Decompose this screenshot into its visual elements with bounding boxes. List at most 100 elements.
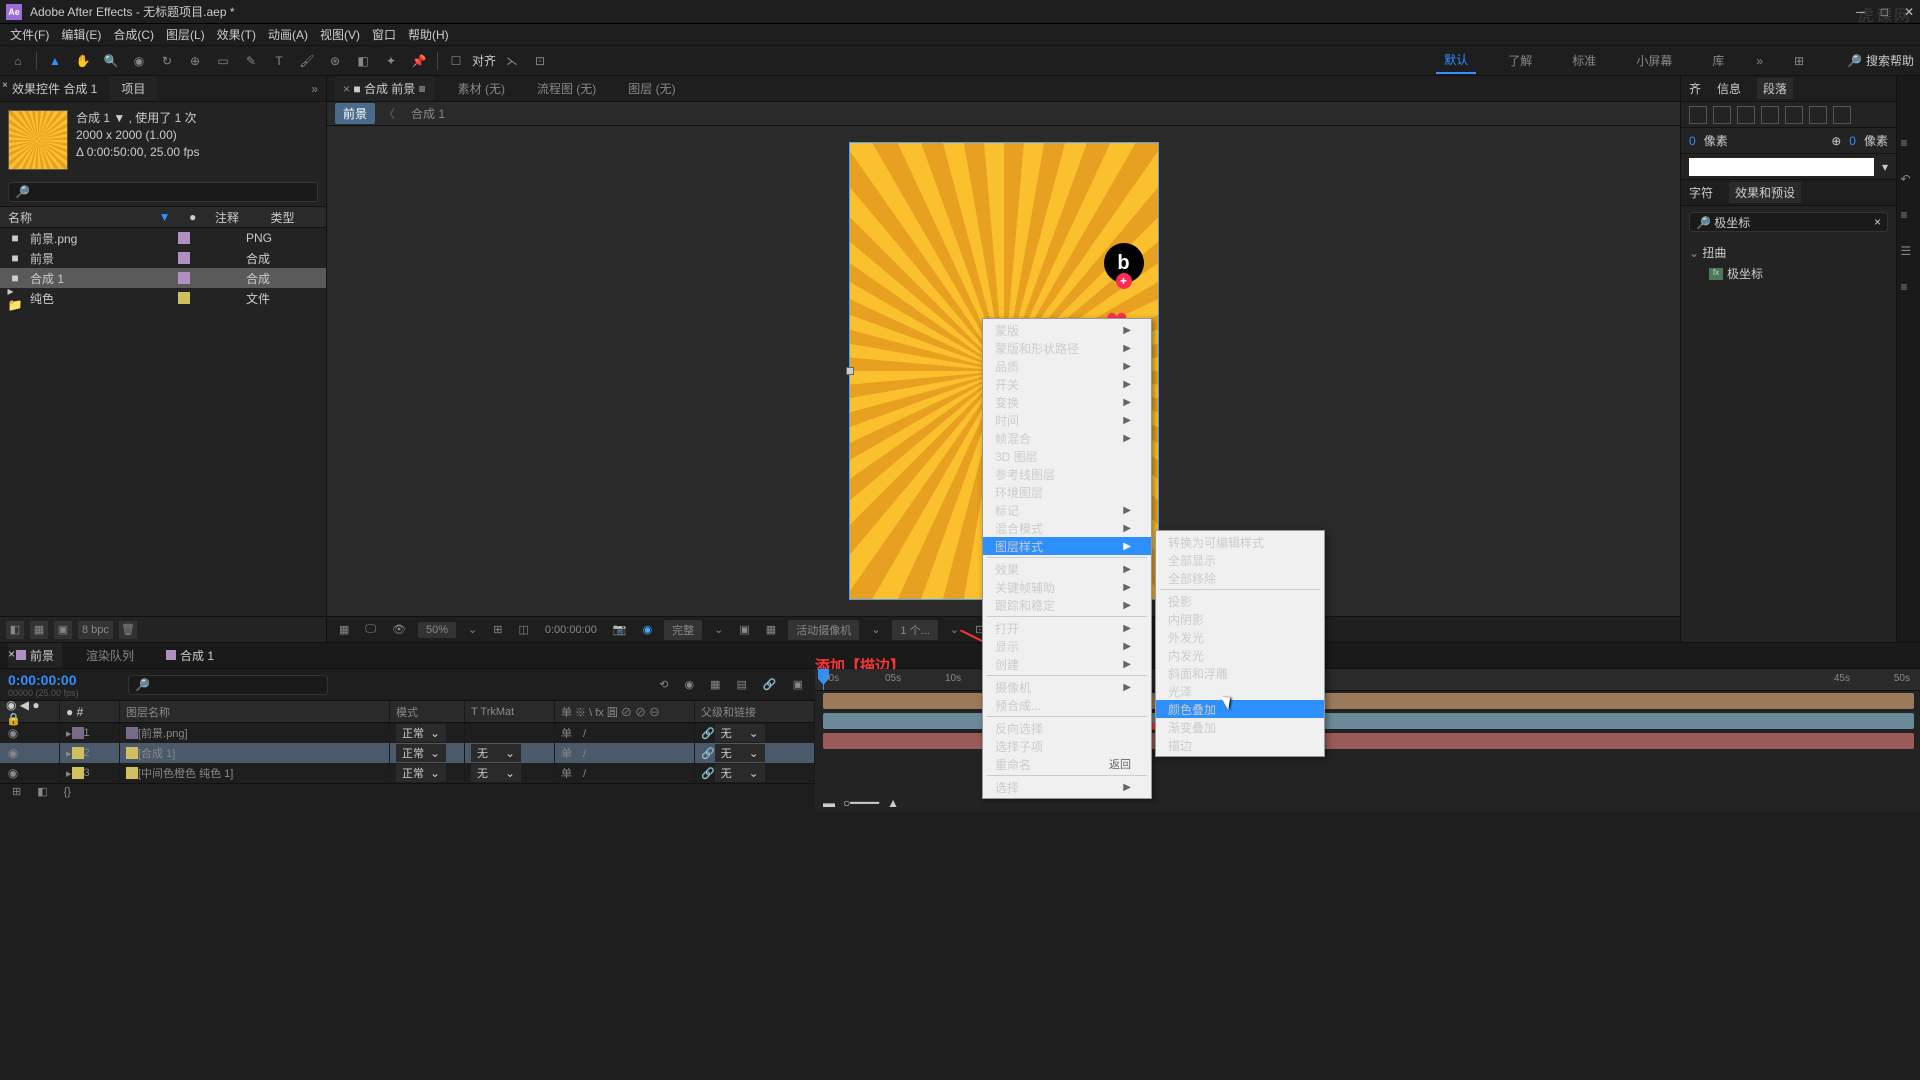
tab-project[interactable]: 项目 [109,76,157,101]
context-menu-item[interactable]: 重命名返回 [983,755,1151,773]
workspace-learn[interactable]: 了解 [1500,48,1540,73]
transparency-icon[interactable]: ▦ [762,621,780,638]
context-menu-item[interactable]: 预合成... [983,696,1151,714]
breadcrumb-item-1[interactable]: 合成 1 [403,103,453,124]
context-menu-item[interactable]: 参考线图层 [983,465,1151,483]
menu-edit[interactable]: 编辑(E) [57,24,105,45]
tab-footage-viewer[interactable]: 素材 (无) [450,76,513,101]
project-item[interactable]: ▸ 📁纯色文件 [0,288,326,308]
time-ruler[interactable]: 00s 05s 10s 45s 50s [815,669,1920,691]
tab-effects-presets[interactable]: 效果和预设 [1729,182,1801,203]
workspace-libraries[interactable]: 库 [1704,48,1732,73]
zoom-in-icon[interactable]: ▲ [887,796,899,810]
toggle-modes-icon[interactable]: ◧ [33,783,51,800]
zoom-tool[interactable]: 🔍 [99,49,123,73]
home-tool[interactable]: ⌂ [6,49,30,73]
tab-comp-viewer[interactable]: × ■ 合成 前景 ≡ [335,76,434,101]
col-label[interactable]: ● [178,210,207,224]
undo-icon[interactable]: ↶ [1901,172,1917,188]
breadcrumb-item-0[interactable]: 前景 [335,103,375,124]
effect-item[interactable]: fx极坐标 [1689,263,1888,284]
toggle-brackets-icon[interactable]: {} [60,784,75,800]
eraser-tool[interactable]: ◧ [351,49,375,73]
views-select[interactable]: 1 个... [892,620,937,640]
toggle-icon[interactable]: 🖵 [361,621,380,638]
snap-opt-2[interactable]: ⊡ [528,49,552,73]
zoom-select[interactable]: 50% [418,622,456,638]
context-menu-item[interactable]: 反向选择 [983,719,1151,737]
current-time[interactable]: 0:00:00:00 [541,622,601,638]
context-menu-item[interactable]: 摄像机▶ [983,678,1151,696]
col-comment[interactable]: 注释 [215,209,263,226]
effect-category[interactable]: ⌄ 扭曲 [1689,242,1888,263]
context-menu-item[interactable]: 内阴影 [1156,610,1324,628]
col-layer-name[interactable]: 图层名称 [120,701,390,722]
orbit-tool[interactable]: ◉ [127,49,151,73]
workspace-standard[interactable]: 标准 [1564,48,1604,73]
project-item[interactable]: ■合成 1合成 [0,268,326,288]
timeline-tab-0[interactable]: ×前景 [8,643,62,668]
context-menu-item[interactable]: 3D 图层 [983,447,1151,465]
workspace-default[interactable]: 默认 [1436,47,1476,74]
col-switches[interactable]: 单 ※ \ fx 圓 ⊘ ⊘ ⊖ [555,701,695,722]
brush-tool[interactable]: 🖌 [295,49,319,73]
resize-handle[interactable] [846,367,854,375]
menu-window[interactable]: 窗口 [368,24,400,45]
context-menu-item[interactable]: 打开▶ [983,619,1151,637]
zoom-out-icon[interactable]: ▬ [823,796,835,810]
anchor-tool[interactable]: ⊕ [183,49,207,73]
timeline-layer-row[interactable]: ◉ ▸ 1 [前景.png] 正常 ⌄ 单 / 🔗 无 ⌄ [0,723,815,743]
panel-menu-icon[interactable]: ≡ [1901,136,1917,152]
toggle-switches-icon[interactable]: ⊞ [8,783,25,800]
context-menu-item[interactable]: 效果▶ [983,560,1151,578]
align-jc-icon[interactable] [1785,106,1803,124]
context-menu-item[interactable]: 选择子项 [983,737,1151,755]
roi-icon[interactable]: ▣ [735,621,753,638]
timeline-layer-row[interactable]: ◉ ▸ 2 [合成 1] 正常 ⌄ 无 ⌄ 单 / 🔗 无 ⌄ [0,743,815,763]
timeline-search-input[interactable]: 🔎 [128,675,328,695]
align-center-icon[interactable] [1713,106,1731,124]
trash-button[interactable]: 🗑 [119,621,137,639]
context-menu-item[interactable]: 图层样式▶ [983,537,1151,555]
context-menu-item[interactable]: 关键帧辅助▶ [983,578,1151,596]
context-menu-item[interactable]: 蒙版▶ [983,321,1151,339]
graph-icon[interactable]: ▤ [732,676,750,693]
menu-composition[interactable]: 合成(C) [109,24,158,45]
align-left-icon[interactable] [1689,106,1707,124]
context-menu-item[interactable]: 渐变叠加 [1156,718,1324,736]
col-trkmat[interactable]: T TrkMat [465,701,555,722]
align-ja-icon[interactable] [1833,106,1851,124]
context-menu-item[interactable]: 帧混合▶ [983,429,1151,447]
align-right-icon[interactable] [1737,106,1755,124]
workspace-options-icon[interactable]: ⊞ [1787,49,1811,73]
tab-character[interactable]: 字符 [1689,184,1713,201]
project-item[interactable]: ■前景合成 [0,248,326,268]
tab-paragraph[interactable]: 段落 [1757,78,1793,99]
context-menu-item[interactable]: 光泽 [1156,682,1324,700]
new-folder-button[interactable]: ▣ [54,621,72,639]
context-menu-item[interactable]: 创建▶ [983,655,1151,673]
zoom-slider[interactable]: ○━━━━ [843,796,879,810]
pen-tool[interactable]: ✎ [239,49,263,73]
interpret-footage-button[interactable]: ◧ [6,621,24,639]
project-item[interactable]: ■前景.pngPNG [0,228,326,248]
context-menu-item[interactable]: 描边 [1156,736,1324,754]
panel-menu-icon[interactable]: ≡ [1901,280,1917,296]
context-menu-item[interactable]: 时间▶ [983,411,1151,429]
channel-icon[interactable]: ◉ [639,621,657,638]
context-menu-item[interactable]: 变换▶ [983,393,1151,411]
rotate-tool[interactable]: ↻ [155,49,179,73]
hand-tool[interactable]: ✋ [71,49,95,73]
tab-effect-controls[interactable]: ×效果控件 合成 1 [0,76,109,101]
mask-icon[interactable]: ◫ [514,621,532,638]
type-tool[interactable]: T [267,49,291,73]
clone-tool[interactable]: ⊛ [323,49,347,73]
context-menu-item[interactable]: 品质▶ [983,357,1151,375]
effects-search-input[interactable]: 🔎 极坐标 × [1689,212,1888,232]
context-menu-item[interactable]: 内发光 [1156,646,1324,664]
link-icon[interactable]: 🔗 [759,676,781,693]
menu-view[interactable]: 视图(V) [316,24,364,45]
bpc-toggle[interactable]: 8 bpc [78,621,113,639]
context-menu-item[interactable]: 跟踪和稳定▶ [983,596,1151,614]
clear-search-icon[interactable]: × [1874,215,1881,229]
